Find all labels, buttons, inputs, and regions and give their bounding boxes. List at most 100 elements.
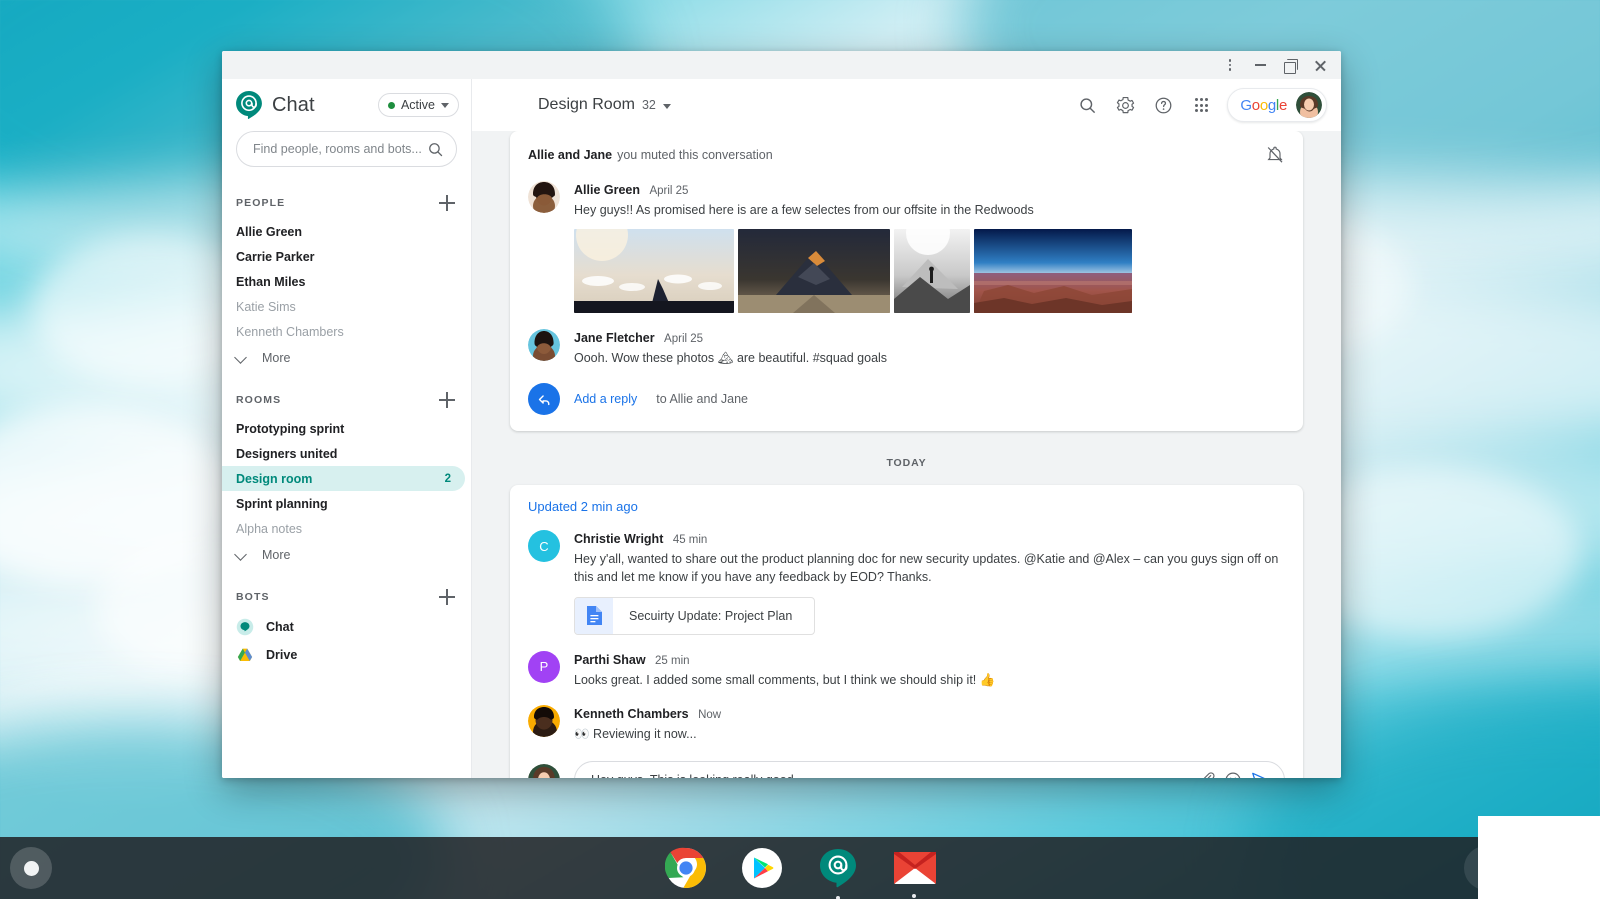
muted-banner-names: Allie and Jane bbox=[528, 148, 613, 162]
add-reply-row[interactable]: Add a reply to Allie and Jane bbox=[528, 383, 1285, 416]
search-input[interactable] bbox=[253, 142, 427, 156]
add-room-button[interactable] bbox=[437, 390, 457, 410]
message-header: Christie Wright 45 min bbox=[574, 530, 1285, 548]
page-title: Design Room bbox=[538, 96, 635, 113]
header-search-button[interactable] bbox=[1072, 90, 1102, 120]
message-input[interactable] bbox=[591, 772, 1194, 778]
rooms-more-label: More bbox=[262, 548, 291, 562]
sidebar-item-label: Sprint planning bbox=[236, 496, 328, 511]
shelf-app-chrome[interactable] bbox=[664, 847, 707, 889]
shelf-app-chat[interactable] bbox=[817, 847, 859, 899]
sidebar-item-label: Alpha notes bbox=[236, 521, 303, 536]
sidebar-item-alpha-notes[interactable]: Alpha notes bbox=[222, 516, 465, 541]
rooms-more-button[interactable]: More bbox=[222, 541, 471, 569]
message-header: Allie Green April 25 bbox=[574, 181, 1285, 199]
google-doc-icon bbox=[575, 597, 613, 634]
message-author: Parthi Shaw bbox=[574, 652, 646, 667]
message-body: Christie Wright 45 min Hey y'all, wanted… bbox=[574, 530, 1285, 635]
sidebar-header: Chat Active bbox=[222, 79, 471, 131]
account-chip[interactable]: Google bbox=[1227, 88, 1327, 122]
kebab-menu-icon bbox=[1228, 59, 1232, 71]
help-button[interactable] bbox=[1148, 90, 1178, 120]
google-wordmark: Google bbox=[1240, 96, 1287, 114]
message-stream[interactable]: Allie and Jane you muted this conversati… bbox=[472, 131, 1341, 778]
avatar[interactable]: P bbox=[528, 650, 560, 683]
sidebar-item-designers-united[interactable]: Designers united bbox=[222, 441, 465, 466]
unread-badge: 2 bbox=[444, 472, 451, 485]
sidebar-item-label: Katie Sims bbox=[236, 299, 296, 314]
emoji-icon bbox=[1225, 772, 1241, 778]
blank-overlay-panel bbox=[1478, 816, 1600, 899]
emoji-button[interactable] bbox=[1220, 767, 1246, 778]
gear-icon bbox=[1116, 96, 1135, 113]
avatar[interactable] bbox=[528, 329, 560, 362]
search-box[interactable] bbox=[236, 131, 457, 167]
sidebar-item-katie-sims[interactable]: Katie Sims bbox=[222, 294, 465, 319]
sidebar-item-ethan-miles[interactable]: Ethan Miles bbox=[222, 269, 465, 294]
message-time: April 25 bbox=[649, 185, 689, 197]
message-text: Hey y'all, wanted to share out the produ… bbox=[574, 552, 1279, 585]
avatar[interactable] bbox=[528, 704, 560, 737]
message-header: Jane Fletcher April 25 bbox=[574, 329, 1285, 347]
bell-off-icon bbox=[1267, 146, 1283, 163]
message-header: Parthi Shaw 25 min bbox=[574, 651, 1285, 669]
sidebar-bot-drive[interactable]: Drive bbox=[222, 641, 471, 669]
day-divider-label: TODAY bbox=[886, 457, 927, 470]
window-close-button[interactable] bbox=[1305, 52, 1335, 78]
window-maximize-button[interactable] bbox=[1275, 52, 1305, 78]
sidebar: Chat Active PE bbox=[222, 79, 472, 778]
sidebar-item-allie-green[interactable]: Allie Green bbox=[222, 219, 465, 244]
room-title-dropdown[interactable]: Design Room 32 bbox=[538, 96, 671, 114]
window-menu-button[interactable] bbox=[1215, 52, 1245, 78]
avatar[interactable] bbox=[528, 181, 560, 213]
chevron-down-icon bbox=[662, 104, 671, 109]
avatar[interactable] bbox=[1296, 92, 1322, 118]
settings-button[interactable] bbox=[1110, 90, 1140, 120]
add-reply-label[interactable]: Add a reply bbox=[574, 392, 637, 406]
message-christie-wright: C Christie Wright 45 min Hey y'all, want… bbox=[528, 530, 1285, 635]
avatar[interactable]: C bbox=[528, 530, 560, 563]
chevron-down-icon bbox=[441, 102, 449, 108]
window-titlebar bbox=[222, 51, 1341, 79]
apps-grid-button[interactable] bbox=[1186, 90, 1216, 120]
attachment-snow-mountain-photo[interactable] bbox=[738, 229, 890, 314]
section-title-rooms: ROOMS bbox=[236, 394, 282, 406]
shelf-app-play-store[interactable] bbox=[741, 847, 783, 889]
message-composer[interactable] bbox=[574, 760, 1285, 778]
avatar[interactable] bbox=[528, 763, 560, 778]
room-member-count: 32 bbox=[641, 98, 656, 112]
photo-attachments bbox=[574, 229, 1285, 314]
apps-grid-icon bbox=[1194, 98, 1209, 112]
status-dropdown[interactable]: Active bbox=[377, 93, 459, 117]
send-button[interactable] bbox=[1246, 767, 1272, 778]
window-minimize-button[interactable] bbox=[1245, 52, 1275, 78]
composer-row bbox=[528, 760, 1285, 778]
attachment-desert-butte-photo[interactable] bbox=[574, 229, 734, 314]
attach-button[interactable] bbox=[1194, 767, 1220, 778]
conversation-card-muted: Allie and Jane you muted this conversati… bbox=[510, 131, 1303, 432]
sidebar-item-prototyping-sprint[interactable]: Prototyping sprint bbox=[222, 416, 465, 441]
sidebar-search-wrap bbox=[222, 131, 471, 175]
minimize-icon bbox=[1254, 64, 1266, 66]
sidebar-sections: PEOPLE Allie Green Carrie Parker Ethan M… bbox=[222, 175, 471, 778]
attachment-hiker-ridge-photo[interactable] bbox=[894, 229, 970, 314]
day-divider: TODAY bbox=[510, 431, 1303, 485]
message-jane-fletcher: Jane Fletcher April 25 Oooh. Wow these p… bbox=[528, 329, 1285, 367]
message-text: Oooh. Wow these photos 🏔 are beautiful. … bbox=[574, 351, 888, 366]
people-more-button[interactable]: More bbox=[222, 344, 471, 372]
sidebar-item-kenneth-chambers[interactable]: Kenneth Chambers bbox=[222, 319, 465, 344]
sidebar-item-sprint-planning[interactable]: Sprint planning bbox=[222, 491, 465, 516]
attachment-canyon-photo[interactable] bbox=[974, 229, 1132, 314]
launcher-button[interactable] bbox=[10, 847, 52, 889]
add-bot-button[interactable] bbox=[437, 587, 457, 607]
shelf-app-gmail[interactable] bbox=[893, 847, 936, 898]
message-parthi-shaw: P Parthi Shaw 25 min Looks great. I adde… bbox=[528, 650, 1285, 689]
sidebar-item-carrie-parker[interactable]: Carrie Parker bbox=[222, 244, 465, 269]
add-person-button[interactable] bbox=[437, 193, 457, 213]
reply-button[interactable] bbox=[528, 383, 560, 416]
unmute-button[interactable] bbox=[1265, 145, 1285, 165]
sidebar-item-design-room[interactable]: Design room 2 bbox=[222, 466, 465, 491]
help-icon bbox=[1155, 97, 1172, 113]
document-attachment[interactable]: Secuirty Update: Project Plan bbox=[574, 596, 816, 635]
sidebar-bot-chat[interactable]: Chat bbox=[222, 613, 471, 641]
